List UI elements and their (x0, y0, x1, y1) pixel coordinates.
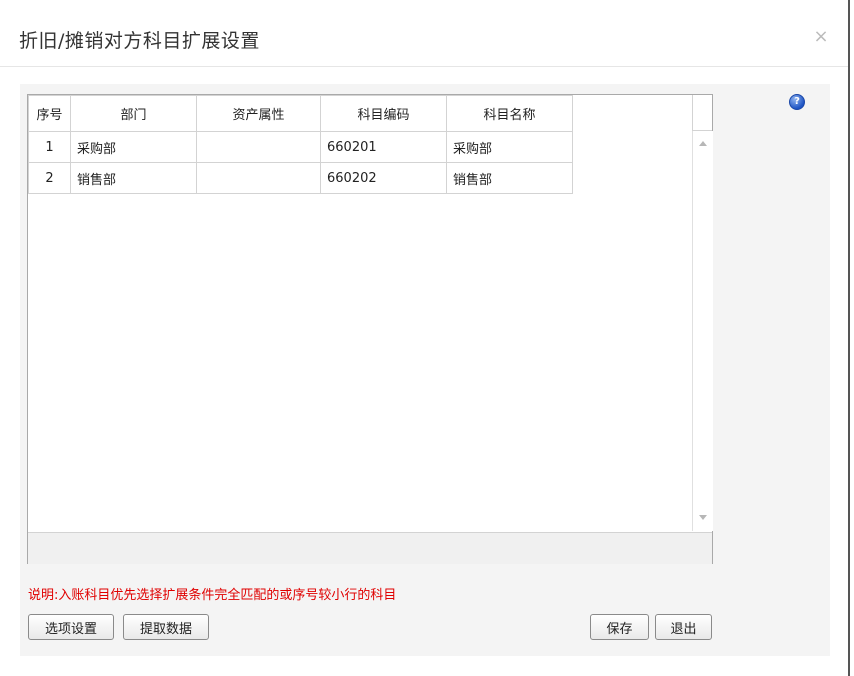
scrollbar-header-spacer (692, 95, 712, 131)
column-header-account-name[interactable]: 科目名称 (446, 95, 573, 132)
cell-department[interactable]: 销售部 (70, 162, 197, 194)
help-icon[interactable]: ? (789, 94, 805, 110)
column-header-department[interactable]: 部门 (70, 95, 197, 132)
title-divider (0, 66, 848, 67)
table-row[interactable]: 2 销售部 660202 销售部 (28, 162, 573, 194)
grid-footer (28, 532, 712, 564)
cell-account-code[interactable]: 660202 (320, 162, 447, 194)
save-button[interactable]: 保存 (590, 614, 649, 640)
scroll-up-icon[interactable] (699, 141, 707, 146)
column-header-seq[interactable]: 序号 (28, 95, 71, 132)
column-header-account-code[interactable]: 科目编码 (320, 95, 447, 132)
cell-account-code[interactable]: 660201 (320, 131, 447, 163)
exit-button[interactable]: 退出 (655, 614, 712, 640)
window-edge (848, 0, 850, 676)
scroll-down-icon[interactable] (699, 515, 707, 520)
cell-seq: 1 (28, 131, 71, 163)
cell-asset-attr[interactable] (196, 162, 321, 194)
column-header-asset-attr[interactable]: 资产属性 (196, 95, 321, 132)
table-header-row: 序号 部门 资产属性 科目编码 科目名称 (28, 95, 573, 132)
dialog-title: 折旧/摊销对方科目扩展设置 (19, 30, 260, 52)
cell-account-name: 采购部 (446, 131, 573, 163)
cell-seq: 2 (28, 162, 71, 194)
account-grid: 序号 部门 资产属性 科目编码 科目名称 1 采购部 660201 采购部 2 … (27, 94, 713, 564)
cell-account-name: 销售部 (446, 162, 573, 194)
options-settings-button[interactable]: 选项设置 (28, 614, 114, 640)
cell-asset-attr[interactable] (196, 131, 321, 163)
cell-department[interactable]: 采购部 (70, 131, 197, 163)
table-row[interactable]: 1 采购部 660201 采购部 (28, 131, 573, 163)
fetch-data-button[interactable]: 提取数据 (123, 614, 209, 640)
close-icon[interactable]: × (812, 28, 830, 46)
note-text: 说明:入账科目优先选择扩展条件完全匹配的或序号较小行的科目 (28, 588, 397, 603)
vertical-scrollbar[interactable] (692, 131, 713, 531)
account-table: 序号 部门 资产属性 科目编码 科目名称 1 采购部 660201 采购部 2 … (28, 95, 573, 194)
